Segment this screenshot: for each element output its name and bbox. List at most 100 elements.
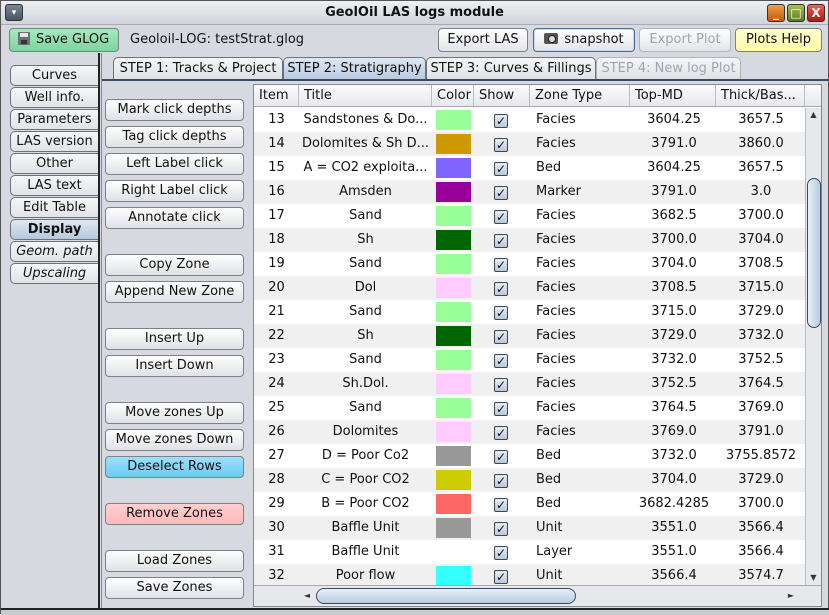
cell-title[interactable]: Sand: [299, 252, 432, 276]
cell-thick-base[interactable]: 3860.0: [716, 132, 806, 156]
table-row[interactable]: 30 Baffle Unit ✓ Unit 3551.0 3566.4: [254, 516, 805, 540]
cell-top-md[interactable]: 3764.5: [629, 396, 719, 420]
cell-top-md[interactable]: 3682.4285: [629, 492, 719, 516]
color-swatch[interactable]: [436, 134, 471, 154]
cell-zone-type[interactable]: Facies: [533, 372, 629, 396]
color-swatch[interactable]: [436, 518, 471, 538]
cell-title[interactable]: Sh: [299, 228, 432, 252]
cell-thick-base[interactable]: 3732.0: [716, 324, 806, 348]
show-checkbox[interactable]: ✓: [494, 330, 508, 344]
cell-title[interactable]: C = Poor CO2: [299, 468, 432, 492]
show-checkbox[interactable]: ✓: [494, 186, 508, 200]
cell-title[interactable]: Sh.Dol.: [299, 372, 432, 396]
cell-top-md[interactable]: 3791.0: [629, 132, 719, 156]
horizontal-scrollbar[interactable]: ◄ ►: [254, 585, 821, 606]
close-button[interactable]: X: [807, 4, 825, 22]
save-zones-button[interactable]: Save Zones: [105, 577, 244, 599]
table-row[interactable]: 20 Dol ✓ Facies 3708.5 3715.0: [254, 276, 805, 300]
cell-title[interactable]: Dolomites & Sh D...: [299, 132, 432, 156]
side-tab-las-version[interactable]: LAS version: [10, 131, 98, 152]
cell-top-md[interactable]: 3704.0: [629, 252, 719, 276]
color-swatch[interactable]: [436, 422, 471, 442]
color-swatch[interactable]: [436, 446, 471, 466]
show-checkbox[interactable]: ✓: [494, 162, 508, 176]
cell-top-md[interactable]: 3682.5: [629, 204, 719, 228]
minimize-button[interactable]: _: [767, 4, 785, 22]
cell-zone-type[interactable]: Bed: [533, 444, 629, 468]
side-tab-edit-table[interactable]: Edit Table: [10, 197, 98, 218]
right-label-click-button[interactable]: Right Label click: [105, 180, 244, 202]
move-zones-up-button[interactable]: Move zones Up: [105, 402, 244, 424]
cell-thick-base[interactable]: 3755.8572: [716, 444, 806, 468]
cell-title[interactable]: Sandstones & Do...: [299, 108, 432, 132]
color-swatch[interactable]: [436, 278, 471, 298]
color-swatch[interactable]: [436, 206, 471, 226]
show-checkbox[interactable]: ✓: [494, 354, 508, 368]
cell-zone-type[interactable]: Facies: [533, 228, 629, 252]
cell-title[interactable]: Sh: [299, 324, 432, 348]
cell-thick-base[interactable]: 3700.0: [716, 492, 806, 516]
cell-title[interactable]: Baffle Unit: [299, 540, 432, 564]
cell-zone-type[interactable]: Facies: [533, 276, 629, 300]
move-zones-down-button[interactable]: Move zones Down: [105, 429, 244, 451]
cell-title[interactable]: Sand: [299, 204, 432, 228]
cell-title[interactable]: B = Poor CO2: [299, 492, 432, 516]
mark-click-depths-button[interactable]: Mark click depths: [105, 99, 244, 121]
cell-top-md[interactable]: 3732.0: [629, 444, 719, 468]
export-plot-button[interactable]: Export Plot: [639, 28, 731, 52]
side-tab-las-text[interactable]: LAS text: [10, 175, 98, 196]
cell-zone-type[interactable]: Bed: [533, 468, 629, 492]
maximize-button[interactable]: □: [787, 4, 805, 22]
scroll-up-arrow-icon[interactable]: ▲: [806, 108, 821, 122]
tab-step-3[interactable]: STEP 3: Curves & Fillings: [426, 57, 596, 79]
table-row[interactable]: 15 A = CO2 exploita... ✓ Bed 3604.25 3657.5: [254, 156, 805, 180]
show-checkbox[interactable]: ✓: [494, 282, 508, 296]
show-checkbox[interactable]: ✓: [494, 570, 508, 584]
cell-thick-base[interactable]: 3566.4: [716, 540, 806, 564]
cell-thick-base[interactable]: 3729.0: [716, 468, 806, 492]
snapshot-button[interactable]: snapshot: [533, 28, 635, 52]
show-checkbox[interactable]: ✓: [494, 426, 508, 440]
cell-thick-base[interactable]: 3715.0: [716, 276, 806, 300]
table-row[interactable]: 24 Sh.Dol. ✓ Facies 3752.5 3764.5: [254, 372, 805, 396]
cell-thick-base[interactable]: 3.0: [716, 180, 806, 204]
side-tab-parameters[interactable]: Parameters: [10, 109, 98, 130]
color-swatch[interactable]: [436, 110, 471, 130]
table-row[interactable]: 21 Sand ✓ Facies 3715.0 3729.0: [254, 300, 805, 324]
deselect-rows-button[interactable]: Deselect Rows: [105, 456, 244, 478]
cell-title[interactable]: A = CO2 exploita...: [299, 156, 432, 180]
cell-zone-type[interactable]: Facies: [533, 324, 629, 348]
scroll-down-arrow-icon[interactable]: ▼: [806, 571, 821, 585]
cell-title[interactable]: D = Poor Co2: [299, 444, 432, 468]
column-header-item[interactable]: Item: [254, 85, 299, 107]
table-row[interactable]: 13 Sandstones & Do... ✓ Facies 3604.25 3657.5: [254, 108, 805, 132]
cell-thick-base[interactable]: 3657.5: [716, 156, 806, 180]
color-swatch[interactable]: [436, 566, 471, 586]
cell-top-md[interactable]: 3791.0: [629, 180, 719, 204]
load-zones-button[interactable]: Load Zones: [105, 550, 244, 572]
cell-top-md[interactable]: 3551.0: [629, 516, 719, 540]
column-header-color[interactable]: Color: [432, 85, 474, 107]
show-checkbox[interactable]: ✓: [494, 402, 508, 416]
color-swatch[interactable]: [436, 302, 471, 322]
show-checkbox[interactable]: ✓: [494, 138, 508, 152]
save-glog-button[interactable]: Save GLOG: [9, 28, 119, 52]
cell-top-md[interactable]: 3729.0: [629, 324, 719, 348]
show-checkbox[interactable]: ✓: [494, 522, 508, 536]
table-row[interactable]: 23 Sand ✓ Facies 3732.0 3752.5: [254, 348, 805, 372]
side-tab-geom-path[interactable]: Geom. path: [10, 241, 98, 262]
table-row[interactable]: 28 C = Poor CO2 ✓ Bed 3704.0 3729.0: [254, 468, 805, 492]
color-swatch[interactable]: [436, 374, 471, 394]
cell-top-md[interactable]: 3732.0: [629, 348, 719, 372]
table-row[interactable]: 31 Baffle Unit ✓ Layer 3551.0 3566.4: [254, 540, 805, 564]
insert-down-button[interactable]: Insert Down: [105, 355, 244, 377]
color-swatch[interactable]: [436, 494, 471, 514]
cell-top-md[interactable]: 3551.0: [629, 540, 719, 564]
color-swatch[interactable]: [436, 542, 471, 562]
scroll-left-arrow-icon[interactable]: ◄: [300, 589, 314, 603]
side-tab-display[interactable]: Display: [10, 219, 98, 240]
column-header-zone-type[interactable]: Zone Type: [530, 85, 630, 107]
cell-thick-base[interactable]: 3752.5: [716, 348, 806, 372]
scroll-right-arrow-icon[interactable]: ►: [784, 589, 798, 603]
cell-top-md[interactable]: 3708.5: [629, 276, 719, 300]
